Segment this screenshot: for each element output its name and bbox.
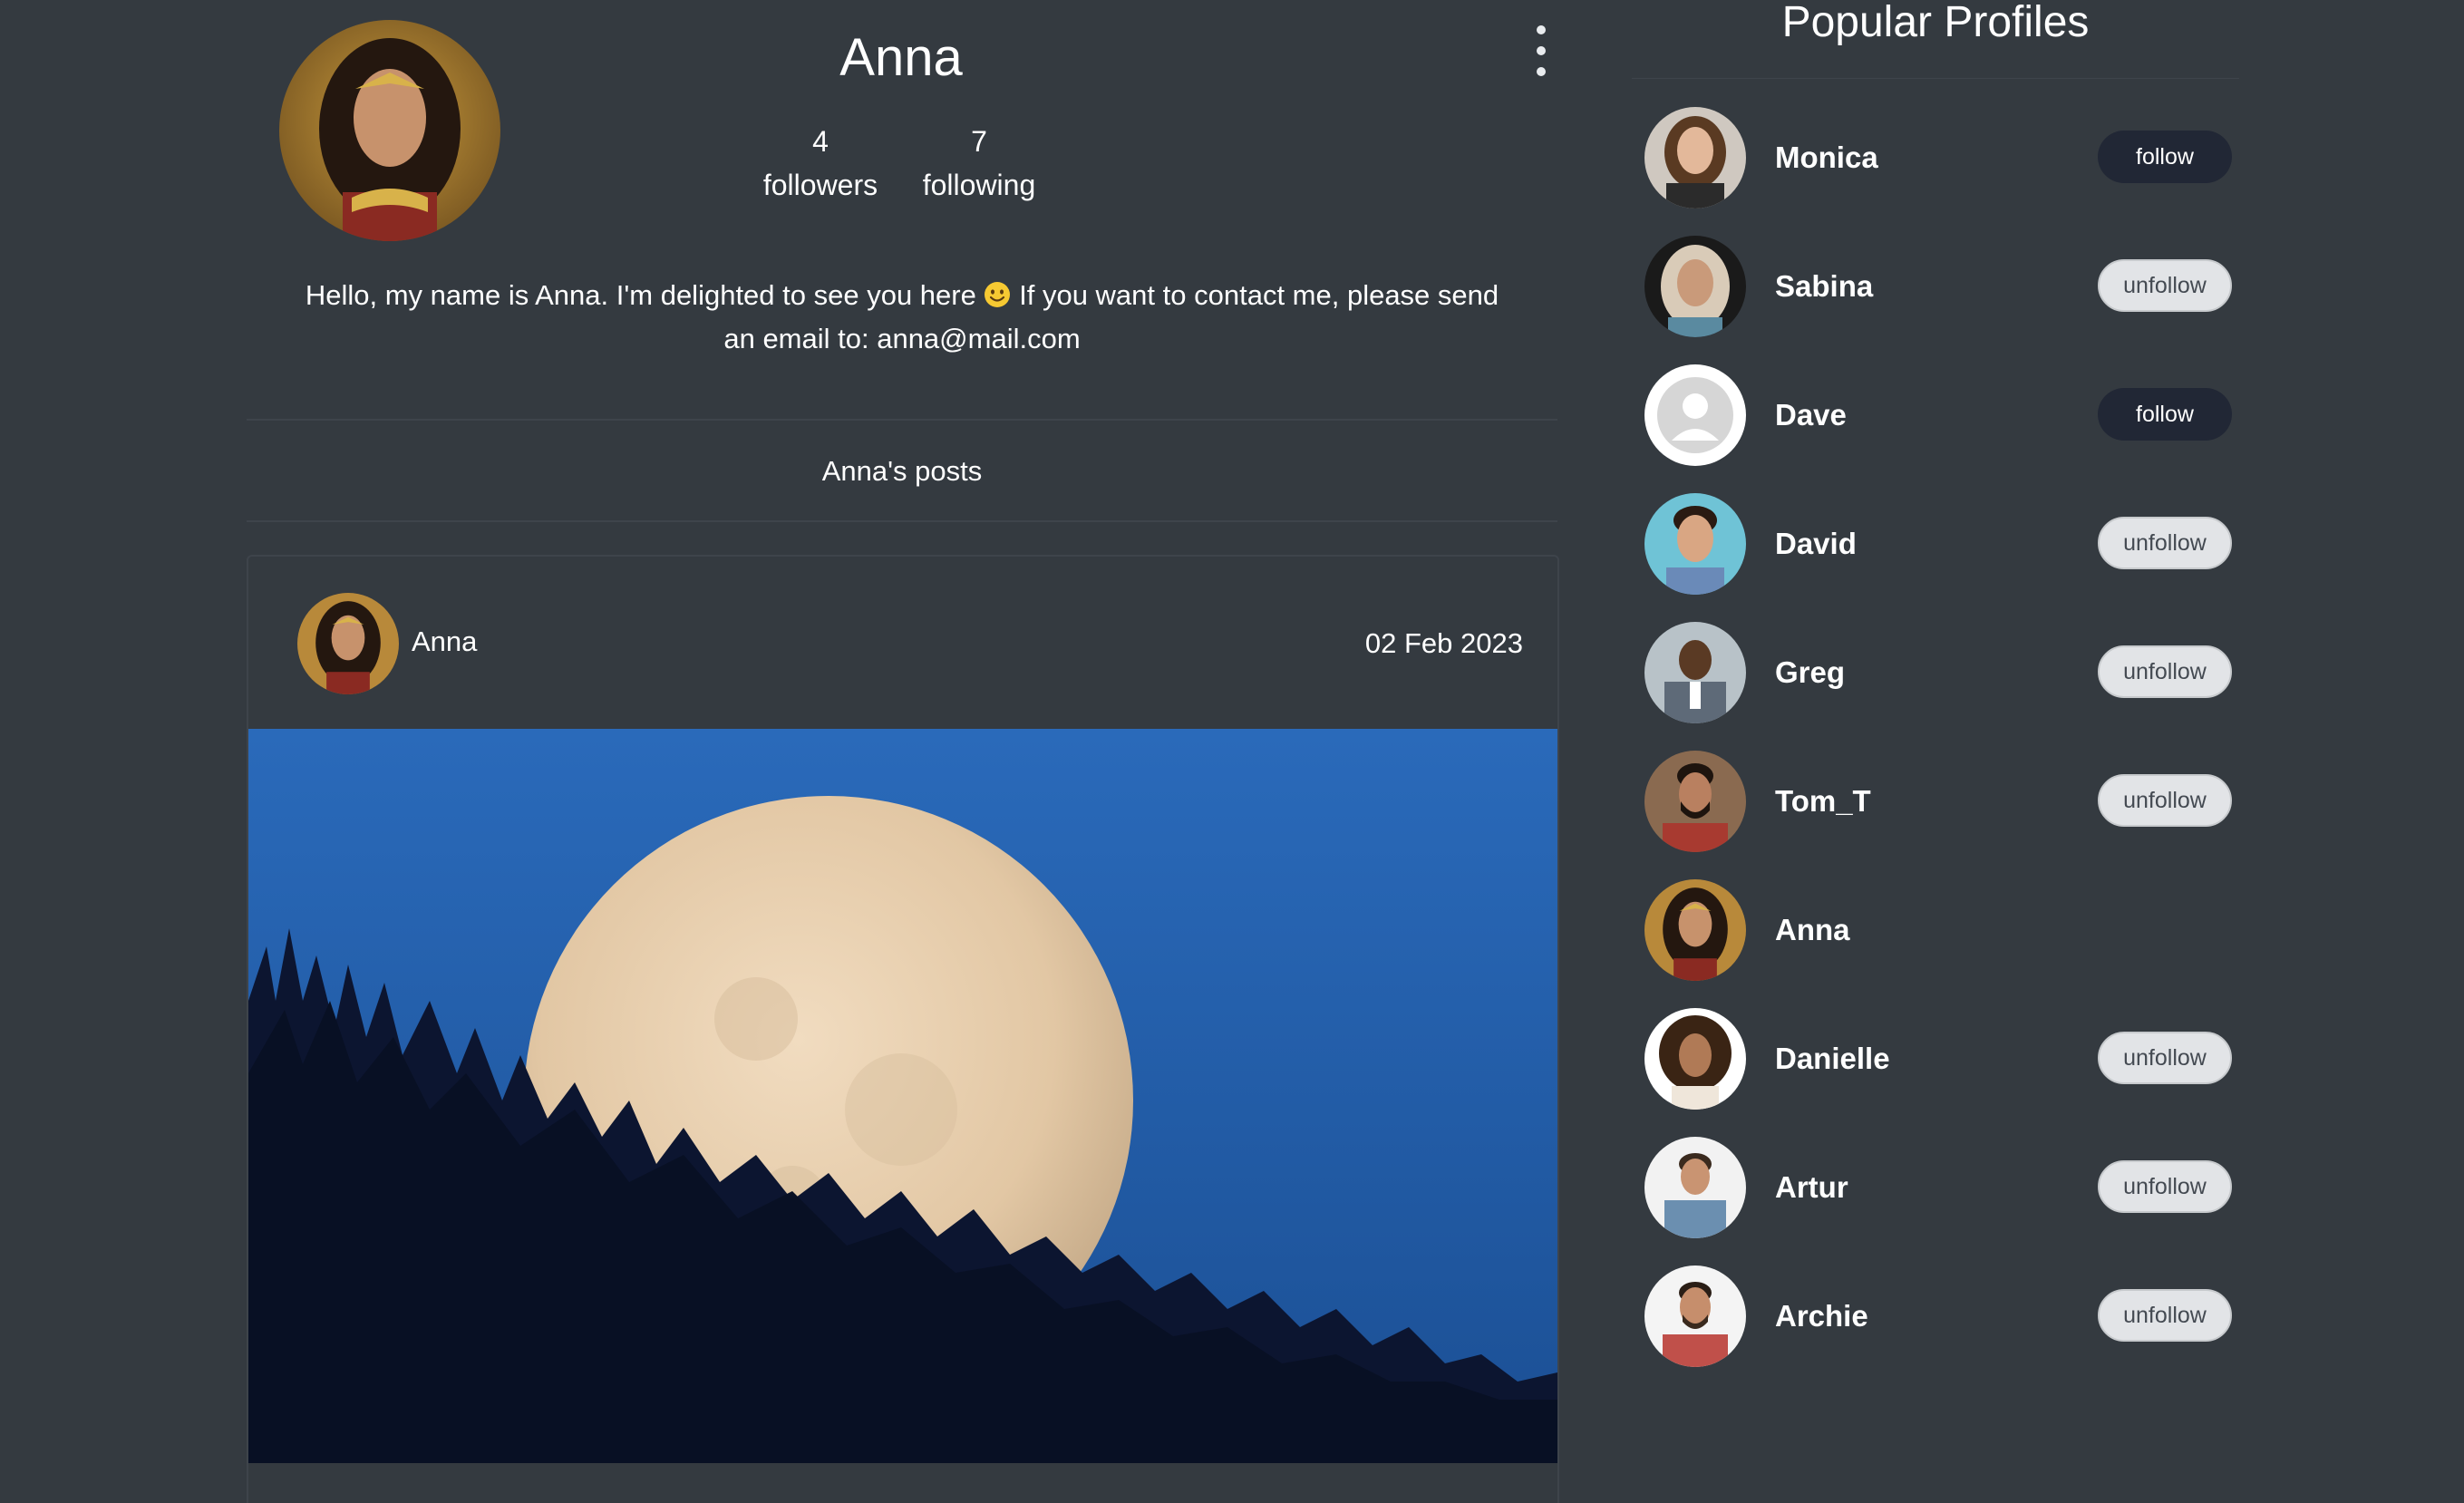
post-header: Anna 02 Feb 2023 <box>248 557 1557 729</box>
post-author-avatar[interactable] <box>297 593 399 694</box>
divider <box>247 419 1557 421</box>
profile-name[interactable]: David <box>1775 520 1857 567</box>
post-card: Anna 02 Feb 2023 <box>247 555 1559 1503</box>
default-avatar-icon[interactable] <box>1644 364 1746 466</box>
avatar[interactable] <box>1644 622 1746 723</box>
unfollow-button[interactable]: unfollow <box>2098 645 2232 698</box>
post-image[interactable] <box>248 729 1557 1463</box>
popular-profile-dave[interactable]: Dave follow <box>1644 364 2234 466</box>
following-label: following <box>922 169 1036 201</box>
profile-name[interactable]: Anna <box>1775 907 1850 954</box>
unfollow-button[interactable]: unfollow <box>2098 1032 2232 1084</box>
unfollow-button[interactable]: unfollow <box>2098 774 2232 827</box>
avatar[interactable] <box>1644 879 1746 981</box>
avatar[interactable] <box>1644 751 1746 852</box>
popular-profile-greg[interactable]: Greg unfollow <box>1644 622 2234 723</box>
following-count: 7 <box>971 125 987 158</box>
followers-label: followers <box>762 169 878 201</box>
avatar[interactable] <box>1644 493 1746 595</box>
avatar[interactable] <box>1644 236 1746 337</box>
popular-profile-danielle[interactable]: Danielle unfollow <box>1644 1008 2234 1110</box>
avatar[interactable] <box>1644 1008 1746 1110</box>
profile-name[interactable]: Artur <box>1775 1164 1848 1211</box>
follow-button[interactable]: follow <box>2098 131 2232 183</box>
more-options-icon[interactable] <box>1523 25 1559 76</box>
unfollow-button[interactable]: unfollow <box>2098 1289 2232 1342</box>
sidebar-title: Popular Profiles <box>1781 0 2090 46</box>
post-date: 02 Feb 2023 <box>1364 627 1523 659</box>
followers-count: 4 <box>812 125 829 158</box>
profile-name[interactable]: Sabina <box>1775 263 1873 310</box>
profile-name[interactable]: Greg <box>1775 649 1845 696</box>
profile-name[interactable]: Monica <box>1775 134 1878 181</box>
popular-profile-tom-t[interactable]: Tom_T unfollow <box>1644 751 2234 852</box>
profile-name[interactable]: Dave <box>1775 392 1847 439</box>
divider <box>247 520 1557 522</box>
popular-profile-monica[interactable]: Monica follow <box>1644 107 2234 208</box>
post-author-name[interactable]: Anna <box>412 618 477 665</box>
popular-profile-artur[interactable]: Artur unfollow <box>1644 1137 2234 1238</box>
follow-button[interactable]: follow <box>2098 388 2232 441</box>
unfollow-button[interactable]: unfollow <box>2098 1160 2232 1213</box>
bio-text-part1: Hello, my name is Anna. I'm delighted to… <box>305 279 976 311</box>
avatar[interactable] <box>1644 1137 1746 1238</box>
popular-profile-anna[interactable]: Anna <box>1644 879 2234 981</box>
divider <box>1632 78 2239 79</box>
popular-profile-david[interactable]: David unfollow <box>1644 493 2234 595</box>
posts-heading: Anna's posts <box>821 455 983 487</box>
following-stat[interactable]: 7 following <box>907 120 1052 207</box>
profile-name[interactable]: Archie <box>1775 1293 1868 1340</box>
profile-name[interactable]: Tom_T <box>1775 778 1871 825</box>
profile-name[interactable]: Danielle <box>1775 1035 1890 1082</box>
followers-stat[interactable]: 4 followers <box>752 120 888 207</box>
profile-bio: Hello, my name is Anna. I'm delighted to… <box>299 274 1505 361</box>
profile-avatar <box>279 20 500 241</box>
smiley-emoji-icon <box>984 277 1011 307</box>
unfollow-button[interactable]: unfollow <box>2098 517 2232 569</box>
avatar[interactable] <box>1644 1265 1746 1367</box>
profile-name: Anna <box>839 28 963 87</box>
popular-profile-sabina[interactable]: Sabina unfollow <box>1644 236 2234 337</box>
unfollow-button[interactable]: unfollow <box>2098 259 2232 312</box>
profile-page: Anna 4 followers 7 following Hello, my n… <box>0 0 2464 1503</box>
popular-profile-archie[interactable]: Archie unfollow <box>1644 1265 2234 1367</box>
avatar[interactable] <box>1644 107 1746 208</box>
